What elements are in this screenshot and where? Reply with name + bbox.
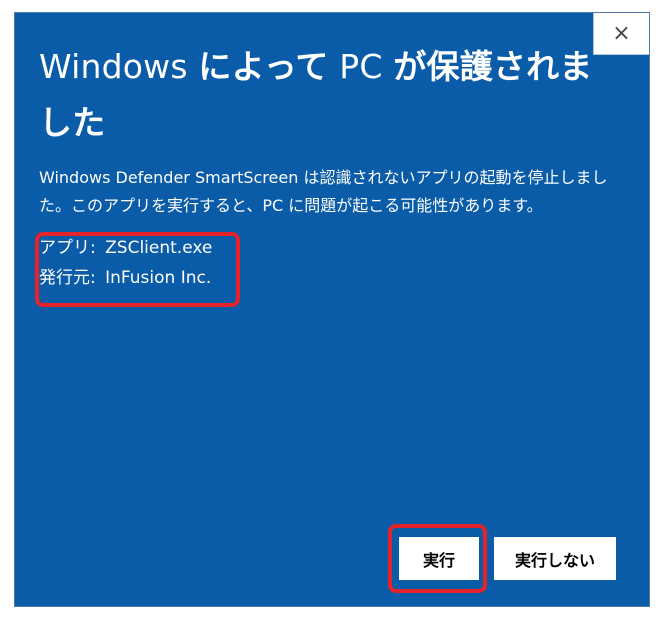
dialog-title: Windows によって PC が保護されました	[39, 39, 624, 151]
dialog-description: Windows Defender SmartScreen は認識されないアプリの…	[39, 168, 608, 215]
screenshot-page: × Windows によって PC が保護されました Windows Defen…	[0, 0, 663, 621]
title-part-windows: Windows	[39, 47, 199, 86]
run-button-highlight	[388, 524, 487, 593]
title-part-niyotte: によって	[198, 47, 329, 86]
title-part-pc: PC	[328, 47, 394, 86]
smartscreen-dialog: × Windows によって PC が保護されました Windows Defen…	[14, 12, 650, 607]
app-info-highlight	[35, 232, 240, 307]
dont-run-button[interactable]: 実行しない	[494, 537, 616, 580]
